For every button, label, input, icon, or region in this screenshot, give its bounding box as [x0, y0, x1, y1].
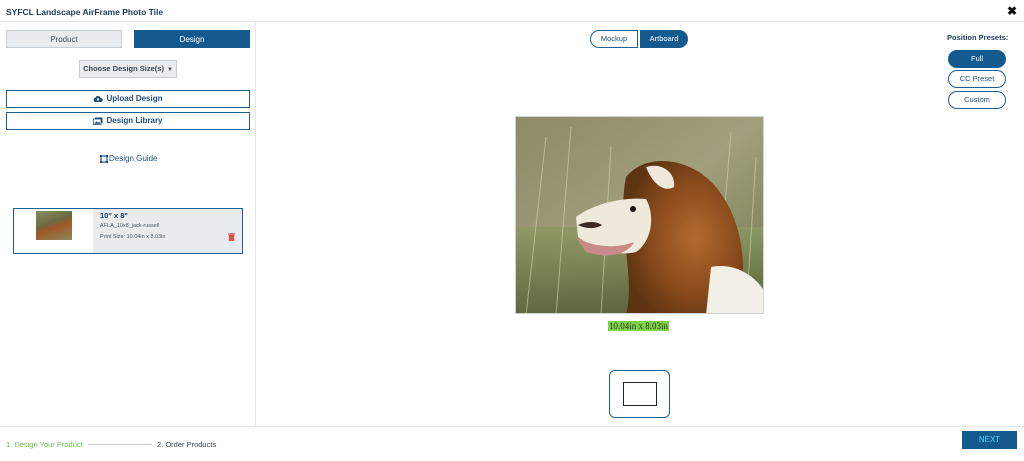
caret-down-icon: ▼ — [166, 67, 173, 73]
title-bar: SYFCL Landscape AirFrame Photo Tile ✖ — [0, 0, 1024, 22]
next-button[interactable]: NEXT — [962, 431, 1017, 449]
design-size: 10" x 8" — [100, 211, 128, 220]
upload-design-label: Upload Design — [106, 94, 163, 103]
crop-icon — [100, 154, 108, 163]
design-print-size: Print Size: 10.04in x 8.03in — [100, 234, 166, 240]
design-library-label: Design Library — [106, 116, 163, 125]
design-thumbnail — [36, 211, 72, 240]
footer: 1. Design Your Product 2. Order Products… — [0, 426, 1024, 461]
dog-photo — [516, 117, 763, 313]
choose-design-size-label: Choose Design Size(s) — [83, 64, 164, 73]
trash-icon[interactable] — [228, 233, 235, 241]
step-divider — [88, 444, 152, 445]
dimensions-label: 10.04in x 8.03in — [608, 321, 670, 331]
step-order-products[interactable]: 2. Order Products — [157, 440, 216, 449]
preset-cc-button[interactable]: CC Preset — [948, 70, 1006, 88]
upload-design-button[interactable]: Upload Design — [6, 90, 250, 108]
preset-custom-button[interactable]: Custom — [948, 91, 1006, 109]
landscape-orientation-button[interactable] — [609, 370, 670, 418]
mockup-toggle[interactable]: Mockup — [590, 30, 638, 48]
artboard-preview-image[interactable] — [515, 116, 764, 314]
left-panel: Product Design Choose Design Size(s) ▼ Up… — [0, 22, 256, 426]
window-title: SYFCL Landscape AirFrame Photo Tile — [6, 7, 164, 17]
position-presets-title: Position Presets: — [947, 33, 1009, 42]
close-icon[interactable]: ✖ — [1007, 5, 1017, 17]
design-card[interactable]: 10" x 8" AFLA_10x8_jack-russell Print Si… — [13, 208, 243, 254]
design-guide-link[interactable]: Design Guide — [100, 154, 157, 163]
cloud-upload-icon — [94, 95, 104, 102]
artboard-toggle[interactable]: Artboard — [640, 30, 688, 48]
design-thumbnail-frame — [14, 209, 93, 253]
tab-design[interactable]: Design — [134, 30, 250, 48]
choose-design-size-dropdown[interactable]: Choose Design Size(s) ▼ — [79, 60, 177, 78]
tab-product[interactable]: Product — [6, 30, 122, 48]
design-filename: AFLA_10x8_jack-russell — [100, 223, 160, 229]
landscape-rectangle-icon — [623, 382, 657, 406]
preset-full-button[interactable]: Full — [948, 50, 1006, 68]
step-design-your-product[interactable]: 1. Design Your Product — [6, 440, 83, 449]
images-icon — [93, 117, 103, 125]
design-guide-label: Design Guide — [109, 154, 158, 163]
design-library-button[interactable]: Design Library — [6, 112, 250, 130]
